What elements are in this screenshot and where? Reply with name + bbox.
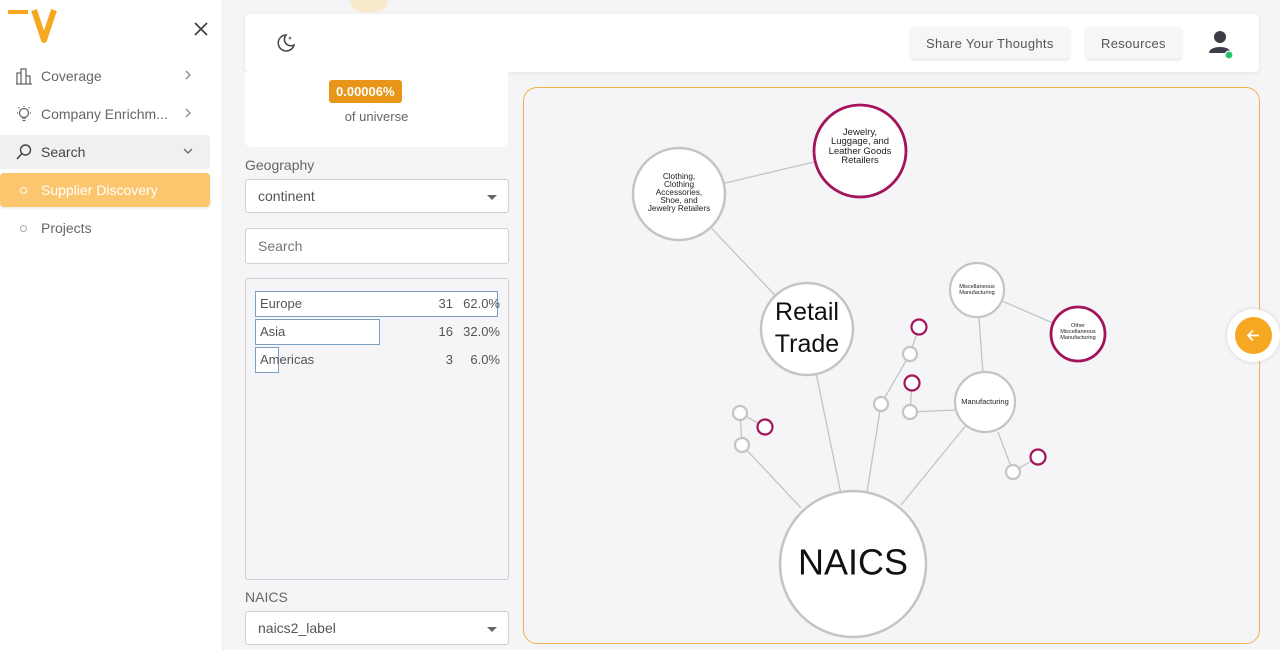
graph-node-jewelry-retailers[interactable]: Jewelry, Luggage, and Leather Goods Reta…: [812, 103, 908, 199]
caret-down-icon: [487, 627, 497, 632]
row-percent: 62.0%: [463, 296, 500, 311]
graph-node-other-misc-manufacturing[interactable]: Other Miscellaneous Manufacturing: [1049, 305, 1107, 363]
graph-node-retail-trade[interactable]: Retail Trade: [759, 281, 855, 377]
row-name: Europe: [260, 296, 302, 311]
node-label: NAICS: [798, 542, 908, 583]
top-header: Share Your Thoughts Resources: [245, 14, 1259, 72]
search-icon: [14, 142, 34, 162]
universe-stat-card: 0.00006% of universe: [245, 72, 508, 147]
graph-node[interactable]: [1029, 448, 1047, 466]
bullet-icon: [20, 224, 27, 232]
row-count: 3: [445, 352, 453, 367]
node-label: Miscellaneous Manufacturing: [959, 284, 995, 296]
graph-node[interactable]: [731, 404, 749, 422]
bullet-icon: [20, 186, 27, 194]
logo: [8, 9, 57, 43]
naics-select[interactable]: naics2_label: [245, 611, 509, 645]
graph-node[interactable]: [903, 374, 921, 392]
graph-node-misc-manufacturing[interactable]: Miscellaneous Manufacturing: [948, 261, 1006, 319]
graph-node[interactable]: [901, 403, 919, 421]
row-percent: 6.0%: [470, 352, 500, 367]
svg-text:Manufacturing: Manufacturing: [1060, 335, 1095, 341]
chevron-right-icon: [185, 70, 191, 80]
background-decoration: [350, 0, 388, 12]
graph-node[interactable]: [910, 318, 928, 336]
sidebar-item-coverage[interactable]: Coverage: [0, 59, 210, 93]
sidebar-item-supplier-discovery[interactable]: Supplier Discovery: [0, 173, 210, 207]
geography-select-value: continent: [258, 188, 315, 204]
resources-button[interactable]: Resources: [1085, 27, 1182, 59]
node-label: Manufacturing: [961, 397, 1009, 406]
sidebar-item-label: Company Enrichm...: [41, 106, 168, 122]
chevron-down-icon: [183, 148, 193, 154]
search-input[interactable]: Search: [245, 228, 509, 264]
node-label: Trade: [775, 330, 839, 358]
industry-graph-panel: NAICS Retail Trade Clothing, Clothing Ac…: [523, 87, 1260, 644]
graph-edges: [678, 150, 1079, 553]
graph-node[interactable]: [1004, 463, 1022, 481]
sidebar-item-label: Supplier Discovery: [41, 182, 158, 198]
naics-select-value: naics2_label: [258, 620, 336, 636]
universe-label: of universe: [344, 109, 409, 124]
sidebar-item-projects[interactable]: Projects: [0, 211, 210, 245]
row-count: 31: [438, 296, 453, 311]
node-label: Retail: [775, 298, 839, 326]
arrow-left-icon: [1235, 317, 1272, 354]
list-item[interactable]: Asia 16 32.0%: [255, 319, 500, 345]
sidebar-item-label: Search: [41, 144, 86, 160]
list-item[interactable]: Americas 3 6.0%: [255, 347, 500, 373]
geography-label: Geography: [245, 157, 315, 173]
share-thoughts-button[interactable]: Share Your Thoughts: [910, 27, 1070, 59]
close-icon[interactable]: [190, 18, 212, 40]
svg-text:Jewelry Retailers: Jewelry Retailers: [648, 204, 710, 213]
sidebar-item-label: Projects: [41, 220, 92, 236]
graph-node[interactable]: [901, 345, 919, 363]
sidebar: Coverage Company Enrichm... Search Suppl…: [0, 0, 223, 650]
caret-down-icon: [487, 195, 497, 200]
row-percent: 32.0%: [463, 324, 500, 339]
sidebar-item-label: Coverage: [41, 68, 102, 84]
graph-node-manufacturing[interactable]: Manufacturing: [953, 370, 1017, 434]
sidebar-item-search[interactable]: Search: [0, 135, 210, 169]
chevron-right-icon: [185, 108, 191, 118]
bar-chart-icon: [14, 66, 34, 86]
svg-text:Manufacturing: Manufacturing: [959, 290, 994, 296]
naics-label: NAICS: [245, 589, 288, 605]
collapse-panel-button[interactable]: [1227, 309, 1280, 362]
svg-text:Retailers: Retailers: [841, 155, 879, 166]
industry-graph: NAICS Retail Trade Clothing, Clothing Ac…: [631, 103, 1107, 639]
moon-icon[interactable]: [275, 32, 297, 54]
row-count: 16: [438, 324, 453, 339]
row-name: Americas: [260, 352, 315, 367]
graph-node-clothing-retailers[interactable]: Clothing, Clothing Accessories, Shoe, an…: [631, 146, 727, 242]
percent-badge: 0.00006%: [329, 80, 402, 103]
graph-node[interactable]: [733, 436, 751, 454]
geography-select[interactable]: continent: [245, 179, 509, 213]
graph-node-naics[interactable]: NAICS: [778, 489, 928, 639]
lightbulb-icon: [14, 104, 34, 124]
graph-node[interactable]: [756, 418, 774, 436]
row-name: Asia: [260, 324, 286, 339]
user-avatar-icon[interactable]: [1207, 29, 1235, 59]
graph-node[interactable]: [872, 395, 890, 413]
geography-list: Europe 31 62.0% Asia 16 32.0% Americas 3…: [245, 278, 509, 580]
list-item[interactable]: Europe 31 62.0%: [255, 291, 500, 317]
sidebar-item-company-enrichment[interactable]: Company Enrichm...: [0, 97, 210, 131]
